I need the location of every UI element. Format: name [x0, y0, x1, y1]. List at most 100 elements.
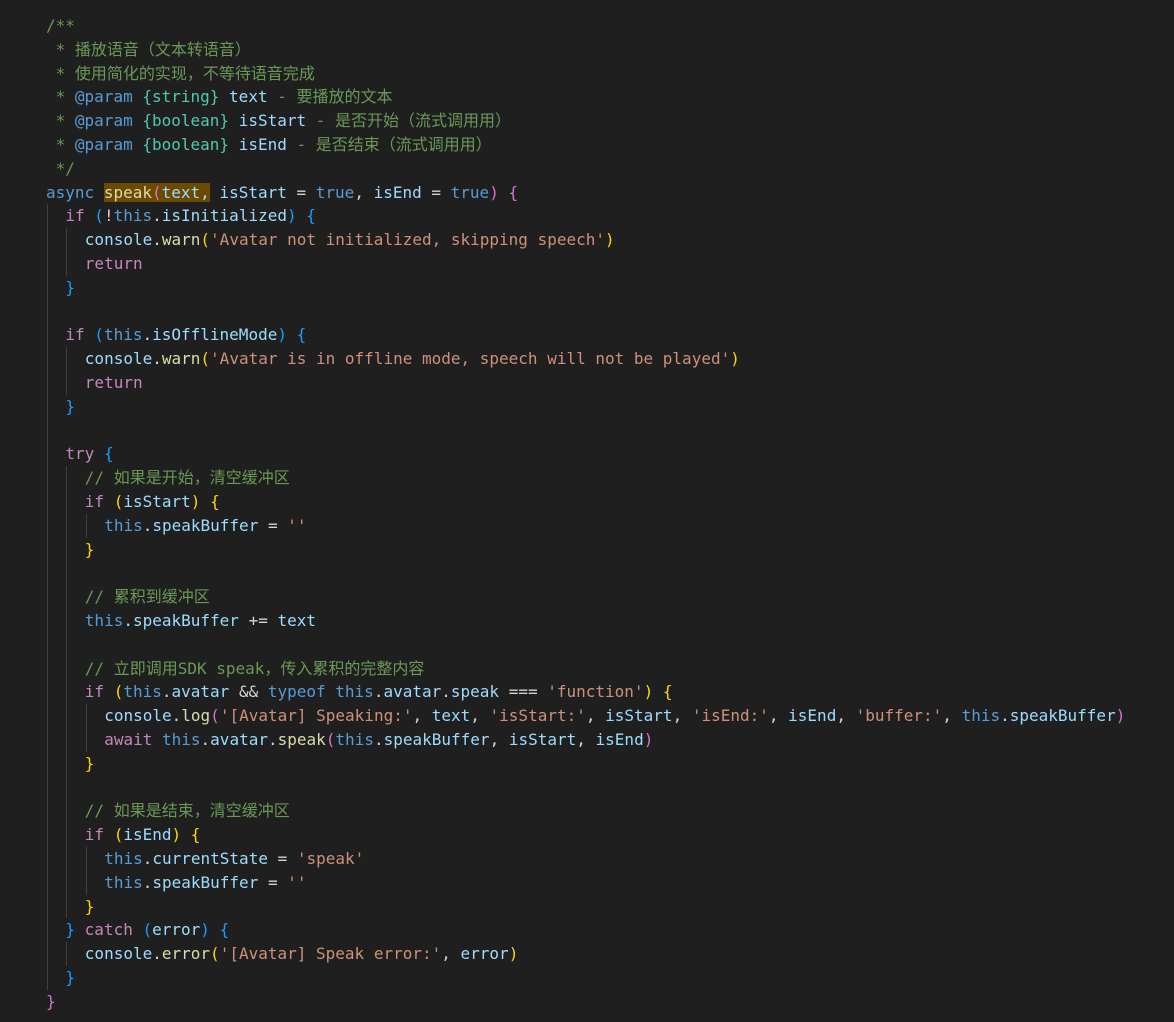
code-token: - 是否结束（流式调用用）	[286, 135, 492, 154]
code-line[interactable]: // 如果是开始，清空缓冲区	[85, 466, 290, 490]
code-token: )	[277, 325, 287, 345]
code-token: )	[643, 730, 654, 749]
code-token: ,	[576, 730, 596, 749]
code-token: .	[161, 682, 172, 702]
code-token: 'buffer:'	[855, 706, 943, 726]
code-line[interactable]: return	[85, 252, 143, 276]
code-token: if	[84, 492, 105, 511]
code-line[interactable]: * 使用简化的实现，不等待语音完成	[46, 62, 315, 86]
code-token: true	[315, 182, 355, 202]
code-token: this	[123, 682, 162, 702]
code-line[interactable]: /**	[46, 14, 75, 38]
code-line[interactable]: }	[85, 895, 95, 919]
code-token: isEnd	[123, 825, 172, 845]
code-token: error	[152, 920, 201, 940]
code-line[interactable]: }	[65, 395, 75, 419]
code-line[interactable]: console.log('[Avatar] Speaking:', text, …	[104, 704, 1125, 728]
code-line[interactable]: if (isStart) {	[85, 490, 220, 514]
code-line[interactable]: }	[85, 538, 95, 562]
code-token: console	[84, 944, 153, 964]
code-token: )	[200, 920, 210, 940]
code-line[interactable]: await this.avatar.speak(this.speakBuffer…	[104, 728, 653, 752]
code-token: warn	[161, 349, 201, 369]
code-line[interactable]: return	[85, 371, 143, 395]
code-token: ,	[836, 706, 856, 726]
code-line[interactable]: console.warn('Avatar is in offline mode,…	[85, 347, 740, 371]
code-line[interactable]: * @param {string} text - 要播放的文本	[46, 85, 393, 109]
code-line[interactable]: }	[65, 966, 75, 990]
code-line[interactable]: }	[85, 752, 95, 776]
code-token: currentState	[152, 849, 268, 868]
code-token: console	[84, 230, 153, 250]
code-token: this	[104, 515, 143, 535]
code-line[interactable]: * @param {boolean} isStart - 是否开始（流式调用用）	[46, 109, 511, 133]
code-line[interactable]: async speak(text, isStart = true, isEnd …	[46, 181, 518, 205]
code-line[interactable]: try {	[65, 442, 113, 466]
code-line[interactable]: console.warn('Avatar not initialized, sk…	[85, 228, 615, 252]
code-token: }	[84, 539, 95, 559]
code-line[interactable]: // 立即调用SDK speak，传入累积的完整内容	[85, 657, 425, 681]
code-line[interactable]: this.speakBuffer = ''	[104, 871, 306, 895]
code-token: }	[46, 991, 56, 1011]
code-token: if	[65, 325, 85, 345]
code-token: console	[84, 349, 153, 369]
code-line[interactable]: }	[46, 990, 56, 1014]
code-line[interactable]: if (this.isOfflineMode) {	[65, 323, 306, 347]
code-token: return	[84, 373, 143, 392]
code-token: this	[335, 730, 374, 749]
code-line[interactable]: } catch (error) {	[65, 918, 229, 942]
code-line[interactable]: this.speakBuffer += text	[85, 609, 316, 633]
code-editor[interactable]: /** * 播放语音（文本转语音） * 使用简化的实现，不等待语音完成 * @p…	[0, 0, 1174, 1022]
code-token: 'function'	[547, 682, 644, 702]
code-token: 'Avatar is in offline mode, speech will …	[210, 349, 731, 369]
code-line[interactable]: console.error('[Avatar] Speak error:', e…	[85, 942, 519, 966]
code-token: (	[325, 730, 336, 749]
code-line[interactable]: this.currentState = 'speak'	[104, 847, 364, 871]
code-token: @param	[74, 87, 133, 107]
code-token: )	[508, 944, 519, 964]
code-token: async	[46, 182, 95, 202]
code-token: ''	[287, 872, 307, 892]
code-line[interactable]: }	[65, 276, 75, 300]
code-token: speakBuffer	[132, 611, 239, 630]
code-token: .	[123, 611, 133, 630]
code-line[interactable]: * 播放语音（文本转语音）	[46, 38, 251, 62]
code-token: if	[65, 206, 85, 226]
code-token: return	[84, 254, 143, 273]
code-line[interactable]: */	[46, 157, 75, 181]
code-token: speakBuffer	[1009, 706, 1116, 726]
code-token: if	[84, 825, 105, 845]
indent-guide	[85, 847, 87, 895]
code-token: &&	[229, 682, 268, 702]
code-line[interactable]: if (this.avatar && typeof this.avatar.sp…	[85, 680, 673, 704]
code-token: +=	[238, 611, 278, 630]
code-token: this	[335, 682, 374, 702]
code-token: speakBuffer	[383, 730, 490, 749]
code-line[interactable]: if (!this.isInitialized) {	[65, 204, 316, 228]
code-line[interactable]: this.speakBuffer = ''	[104, 514, 306, 538]
indent-guide	[66, 347, 68, 395]
code-token: (	[94, 325, 104, 345]
code-line[interactable]: // 累积到缓冲区	[85, 585, 210, 609]
code-token: speak	[450, 682, 500, 702]
code-line[interactable]: * @param {boolean} isEnd - 是否结束（流式调用用）	[46, 133, 492, 157]
code-token: =	[421, 182, 451, 202]
code-token: {	[219, 920, 230, 940]
code-token: .	[152, 944, 162, 964]
code-token: )	[643, 682, 654, 702]
code-token: =	[258, 872, 288, 892]
code-line[interactable]: // 如果是结束，清空缓冲区	[85, 799, 290, 823]
code-line[interactable]: if (isEnd) {	[85, 823, 201, 847]
code-token: .	[200, 730, 211, 749]
